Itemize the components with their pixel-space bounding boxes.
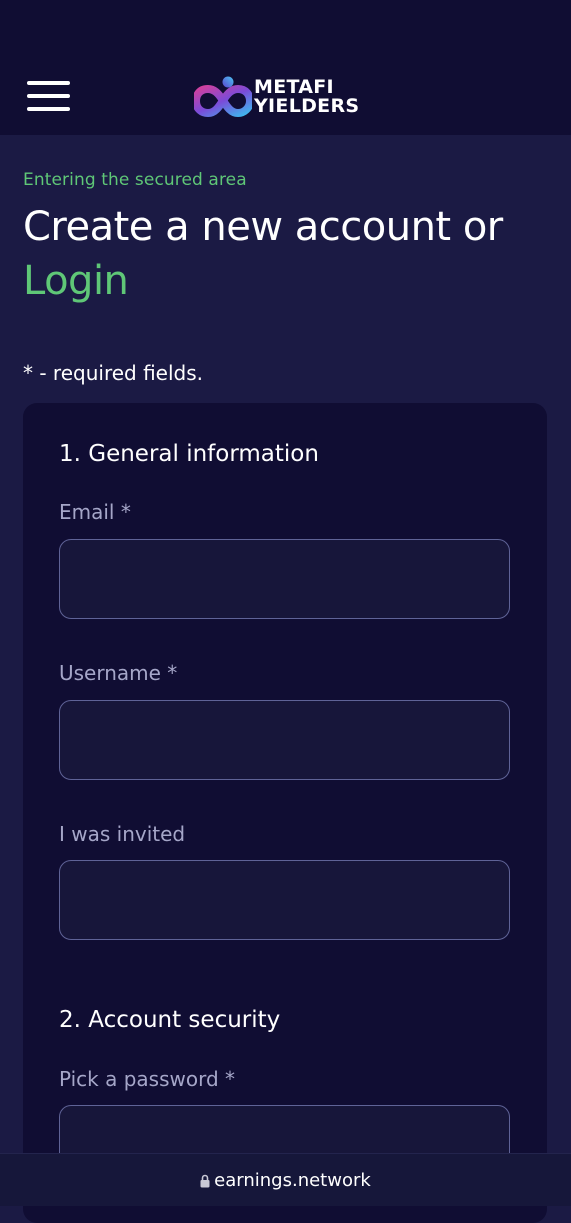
- logo-text: METAFI YIELDERS: [254, 78, 359, 116]
- required-fields-note: * - required fields.: [23, 361, 204, 385]
- secured-area-caption: Entering the secured area: [23, 170, 247, 190]
- login-link[interactable]: Login: [23, 258, 129, 304]
- page-title-text: Create a new account or: [23, 204, 503, 250]
- metafi-yielders-logo[interactable]: METAFI YIELDERS: [194, 75, 384, 119]
- section-general-information-title: 1. General information: [59, 441, 319, 467]
- lock-icon: [200, 1174, 210, 1188]
- infinity-logo-icon: [194, 76, 252, 117]
- hamburger-menu-icon[interactable]: [27, 81, 70, 113]
- invited-by-field[interactable]: [59, 860, 510, 940]
- registration-form: 1. General information Email * Username …: [23, 403, 547, 1223]
- logo-line-2: YIELDERS: [254, 95, 360, 117]
- email-field[interactable]: [59, 539, 510, 619]
- app-header: METAFI YIELDERS: [0, 58, 571, 135]
- email-label: Email *: [59, 500, 131, 524]
- username-field[interactable]: [59, 700, 510, 780]
- browser-url-bar[interactable]: earnings.network: [0, 1153, 571, 1206]
- status-bar: [0, 0, 571, 58]
- username-label: Username *: [59, 661, 178, 685]
- url-text: earnings.network: [214, 1169, 371, 1191]
- page-title: Create a new account or Login: [23, 200, 563, 308]
- invited-label: I was invited: [59, 822, 186, 846]
- section-account-security-title: 2. Account security: [59, 1007, 281, 1033]
- password-label: Pick a password *: [59, 1067, 236, 1091]
